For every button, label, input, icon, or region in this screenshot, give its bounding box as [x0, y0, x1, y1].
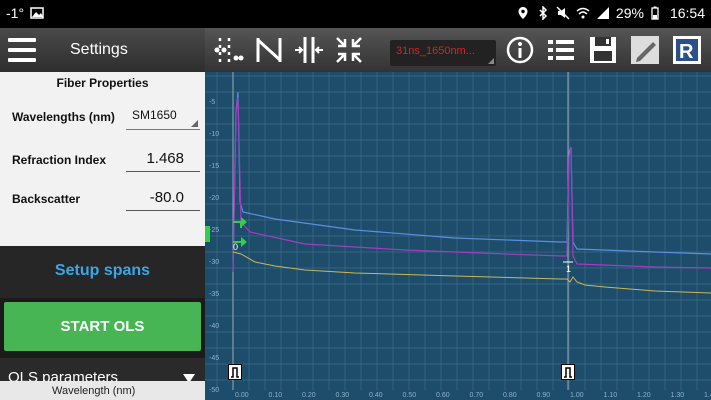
y-tick-label: -5: [209, 99, 215, 106]
bluetooth-icon: [536, 5, 550, 21]
cursor-b-handle[interactable]: [561, 364, 575, 380]
settings-panel: Settings Fiber Properties Wavelengths (n…: [0, 28, 205, 400]
image-icon: [30, 6, 44, 20]
menu-icon[interactable]: [8, 38, 36, 62]
event-label-1: 1: [566, 264, 571, 274]
list-icon[interactable]: [545, 34, 577, 66]
x-tick-label: 0.70: [470, 392, 484, 399]
x-tick-label: 1.30: [671, 392, 685, 399]
zoom-fit-icon[interactable]: [333, 34, 365, 66]
battery-percent: 29%: [615, 5, 644, 21]
y-tick-label: -10: [209, 131, 219, 138]
range-handle: [205, 226, 210, 242]
setup-spans-button[interactable]: Setup spans: [0, 246, 205, 298]
y-tick-label: -30: [209, 259, 219, 266]
svg-text:R: R: [679, 41, 694, 63]
clock-time: 16:54: [669, 5, 705, 21]
signal-icon: [596, 6, 610, 20]
settings-header: Settings: [0, 28, 205, 72]
x-tick-label: 0.90: [537, 392, 551, 399]
fiber-properties-section: Fiber Properties Wavelengths (nm) SM1650…: [0, 72, 205, 246]
trace-toolbar: 31ns_1650nm... R: [205, 28, 711, 72]
mute-icon: [556, 6, 570, 20]
trace-yellow: [232, 251, 711, 294]
fiber-properties-title: Fiber Properties: [56, 76, 149, 90]
otdr-trace-plot[interactable]: -5 -10 -15 -20 -25 -30 -35 -40 -45 -50 0.00 0.10 0.…: [205, 72, 711, 400]
y-tick-label: -15: [209, 163, 219, 170]
x-axis-ticks: 0.00 0.10 0.20 0.30 0.40 0.50 0.60 0.70 0.80 0.90…: [235, 392, 711, 399]
y-tick-label: -45: [209, 355, 219, 362]
battery-icon: [650, 6, 664, 20]
y-tick-label: -50: [209, 387, 219, 394]
refraction-label: Refraction Index: [12, 153, 107, 167]
start-ols-button[interactable]: START OLS: [4, 302, 201, 351]
trace-blue: [232, 91, 711, 273]
y-tick-label: -20: [209, 195, 219, 202]
y-axis-ticks: -5 -10 -15 -20 -25 -30 -35 -40 -45 -50: [209, 99, 219, 394]
wifi-icon: [576, 6, 590, 20]
dropdown-arrow-icon: [488, 58, 494, 64]
splice-icon[interactable]: [253, 34, 285, 66]
x-tick-label: 0.40: [369, 392, 383, 399]
report-icon[interactable]: R: [671, 34, 703, 66]
x-tick-label: 1.00: [570, 392, 584, 399]
x-tick-label: 1.10: [604, 392, 618, 399]
y-tick-label: -35: [209, 291, 219, 298]
dropdown-arrow-icon: [191, 120, 198, 127]
save-icon[interactable]: [587, 34, 619, 66]
trace-select-value: 31ns_1650nm...: [396, 45, 475, 57]
wavelength-label: Wavelengths (nm): [12, 110, 115, 124]
edit-icon[interactable]: [629, 34, 661, 66]
cursor-a-handle[interactable]: [228, 364, 242, 380]
wavelength-value: SM1650: [132, 108, 177, 122]
trace-chart[interactable]: -5-10-15-20-25-30-35-40-45-50 0.00 0.10 0.…: [205, 72, 711, 400]
settings-title: Settings: [70, 41, 128, 58]
x-tick-label: 0.10: [269, 392, 283, 399]
event-label-0: 0: [233, 242, 238, 252]
x-tick-label: 0.50: [403, 392, 417, 399]
trace-select[interactable]: 31ns_1650nm...: [390, 40, 496, 66]
info-icon[interactable]: [504, 34, 536, 66]
ols-wavelength-label: Wavelength (nm): [0, 381, 205, 400]
status-bar: -1° 29% 16:54: [0, 0, 711, 28]
markers-icon[interactable]: [213, 34, 245, 66]
wavelength-select[interactable]: SM1650: [126, 102, 200, 130]
trace-purple: [232, 96, 711, 273]
x-tick-label: 0.20: [302, 392, 316, 399]
x-tick-label: 0.00: [235, 392, 249, 399]
x-tick-label: 0.60: [436, 392, 450, 399]
location-icon: [516, 6, 530, 20]
x-tick-label: 1.40: [704, 392, 711, 399]
plot-grid: [205, 72, 711, 390]
y-tick-label: -40: [209, 323, 219, 330]
backscatter-label: Backscatter: [12, 192, 81, 206]
refraction-index-input[interactable]: 1.468: [126, 146, 200, 172]
y-tick-label: -25: [209, 227, 219, 234]
backscatter-input[interactable]: -80.0: [126, 185, 200, 211]
pulse-icon[interactable]: [293, 34, 325, 66]
x-tick-label: 0.80: [503, 392, 517, 399]
x-tick-label: 0.30: [336, 392, 350, 399]
temperature-text: -1°: [6, 5, 25, 21]
x-tick-label: 1.20: [637, 392, 651, 399]
